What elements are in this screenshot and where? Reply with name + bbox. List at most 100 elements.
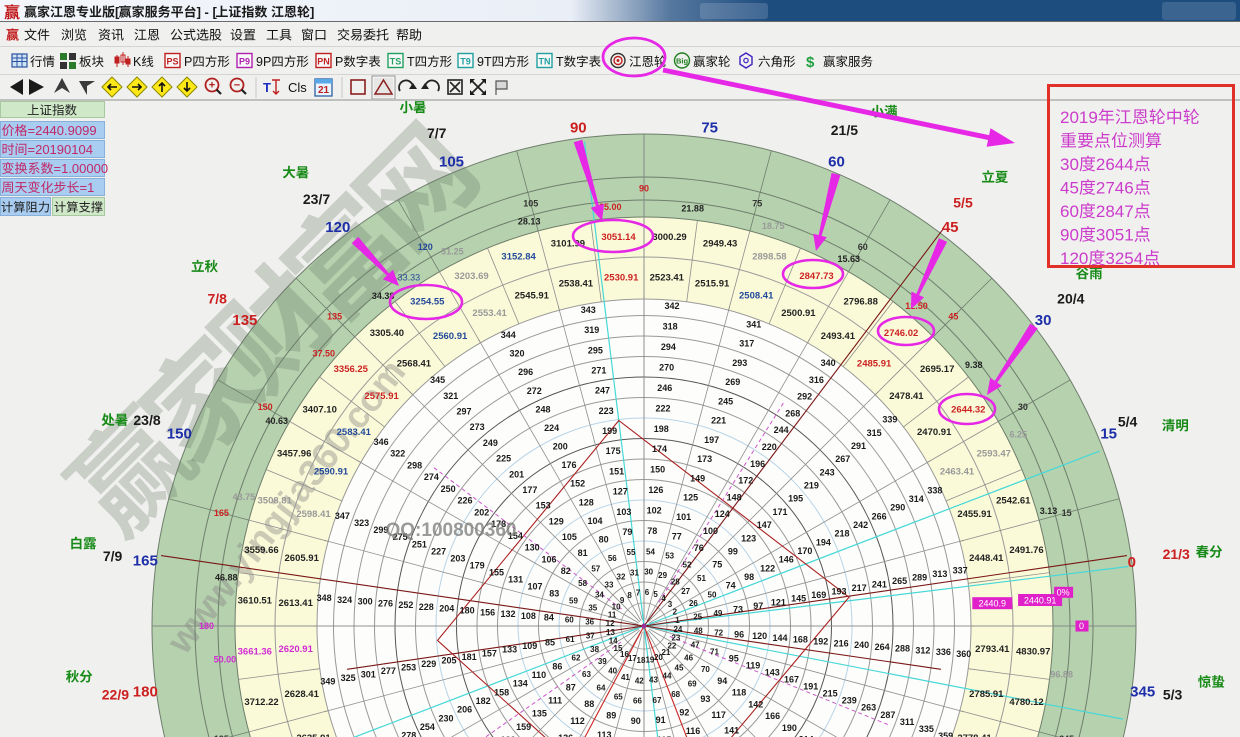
svg-text:45: 45 (942, 219, 959, 236)
svg-text:288: 288 (895, 644, 910, 654)
svg-text:190: 190 (782, 723, 797, 733)
svg-text:26: 26 (689, 599, 698, 608)
svg-text:293: 293 (732, 358, 747, 368)
svg-text:7/9: 7/9 (103, 548, 123, 564)
svg-text:277: 277 (381, 666, 396, 676)
svg-text:39: 39 (598, 657, 607, 666)
svg-text:T: T (407, 55, 415, 69)
svg-text:342: 342 (664, 301, 679, 311)
svg-text:345: 345 (430, 375, 445, 385)
svg-text:2523.41: 2523.41 (650, 273, 685, 284)
svg-text:267: 267 (835, 454, 850, 464)
svg-text:70: 70 (701, 665, 710, 674)
svg-text:111: 111 (548, 696, 562, 706)
svg-text:98: 98 (744, 572, 754, 582)
svg-text:31.25: 31.25 (441, 247, 464, 257)
svg-text:229: 229 (421, 659, 436, 669)
svg-text:72: 72 (714, 629, 723, 638)
svg-text:123: 123 (741, 533, 756, 543)
svg-text:315: 315 (867, 428, 882, 438)
svg-text:2583.41: 2583.41 (337, 427, 372, 438)
svg-text:74: 74 (726, 581, 736, 591)
svg-text:Big: Big (676, 57, 689, 66)
svg-text:348: 348 (317, 593, 332, 603)
svg-text:0: 0 (1079, 621, 1084, 631)
svg-text:169: 169 (811, 590, 826, 600)
svg-text:242: 242 (853, 520, 868, 530)
svg-text:49: 49 (713, 609, 722, 618)
svg-text:205: 205 (441, 655, 456, 665)
svg-text:323: 323 (354, 518, 369, 528)
svg-text:117: 117 (711, 710, 726, 720)
svg-text:9T: 9T (477, 55, 492, 69)
svg-text:270: 270 (659, 363, 674, 373)
svg-text:−: − (234, 80, 240, 92)
svg-text:2485.91: 2485.91 (857, 359, 892, 370)
svg-text:2593.47: 2593.47 (977, 449, 1011, 460)
svg-text:147: 147 (757, 520, 772, 530)
svg-text:3610.51: 3610.51 (238, 596, 273, 607)
svg-text:21: 21 (318, 85, 330, 96)
svg-text:337: 337 (953, 565, 968, 575)
svg-text:=2440.9099: =2440.9099 (28, 123, 97, 138)
svg-text:252: 252 (398, 600, 413, 610)
svg-text:172: 172 (738, 476, 753, 486)
svg-text:157: 157 (482, 648, 497, 658)
svg-text:314: 314 (909, 494, 924, 504)
svg-text:298: 298 (407, 460, 422, 470)
svg-text:94: 94 (717, 676, 727, 686)
svg-text:230: 230 (438, 713, 453, 723)
svg-text:47: 47 (691, 641, 700, 650)
svg-text:23/8: 23/8 (133, 412, 160, 428)
svg-text:121: 121 (771, 597, 786, 607)
svg-text:30: 30 (1035, 312, 1052, 329)
svg-text:349: 349 (320, 677, 335, 687)
svg-text:20/4: 20/4 (1057, 291, 1084, 307)
svg-text:110: 110 (532, 670, 547, 680)
svg-text:335: 335 (919, 724, 934, 734)
svg-text:2560.91: 2560.91 (433, 331, 468, 342)
svg-text:9: 9 (620, 596, 625, 605)
svg-text:109: 109 (522, 641, 537, 651)
svg-text:87: 87 (566, 682, 576, 692)
svg-text:50.00: 50.00 (214, 655, 237, 665)
svg-text:107: 107 (527, 581, 542, 591)
svg-text:31: 31 (630, 568, 639, 577)
svg-text:79: 79 (622, 527, 632, 537)
svg-text:2644.32: 2644.32 (951, 404, 985, 415)
svg-text:180: 180 (460, 606, 475, 616)
svg-text:345: 345 (1130, 684, 1155, 701)
svg-text:0: 0 (1128, 554, 1136, 571)
svg-text:0%: 0% (1057, 587, 1070, 597)
svg-text:131: 131 (508, 574, 523, 584)
svg-text:23: 23 (671, 634, 680, 643)
svg-text:] - [: ] - [ (197, 5, 218, 20)
svg-text:2620.91: 2620.91 (279, 644, 314, 655)
svg-text:56: 56 (608, 554, 617, 563)
svg-text:2695.17: 2695.17 (920, 364, 954, 375)
svg-text:86: 86 (552, 661, 562, 671)
svg-text:246: 246 (657, 383, 672, 393)
svg-text:18.75: 18.75 (762, 221, 785, 231)
svg-text:3661.36: 3661.36 (238, 647, 272, 658)
svg-text:2847.73: 2847.73 (799, 271, 833, 282)
svg-text:43: 43 (649, 676, 658, 685)
svg-text:317: 317 (739, 339, 754, 349)
svg-text:153: 153 (536, 501, 551, 511)
svg-text:199: 199 (602, 426, 617, 436)
svg-text:33.33: 33.33 (398, 272, 421, 282)
svg-text:7: 7 (636, 589, 641, 598)
svg-text:274: 274 (424, 472, 439, 482)
svg-text:80: 80 (599, 534, 609, 544)
svg-text:3000.29: 3000.29 (652, 232, 686, 243)
svg-text:289: 289 (912, 572, 927, 582)
svg-text:135: 135 (327, 312, 342, 322)
svg-text:P: P (335, 55, 343, 69)
svg-text:62: 62 (572, 654, 581, 663)
svg-text:175: 175 (606, 446, 621, 456)
svg-text:158: 158 (494, 687, 509, 697)
svg-text:193: 193 (831, 587, 846, 597)
svg-text:227: 227 (431, 546, 446, 556)
svg-text:44: 44 (663, 671, 672, 680)
svg-text:5/5: 5/5 (953, 195, 973, 211)
